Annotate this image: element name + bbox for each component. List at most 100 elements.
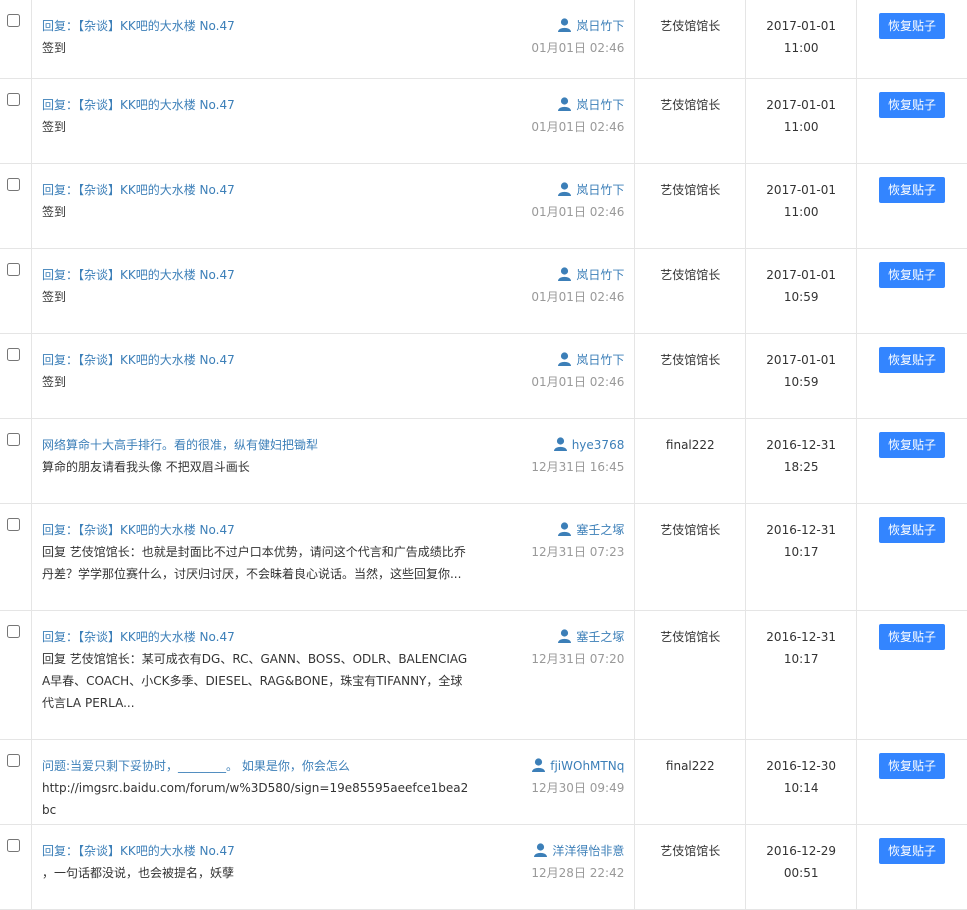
delete-date: 2016-12-30 <box>766 759 837 773</box>
operator-name: 艺伎馆馆长 <box>660 523 721 537</box>
author-link[interactable]: 岚日竹下 <box>531 179 624 201</box>
row-checkbox[interactable] <box>7 348 20 361</box>
action-cell: 恢复贴子 <box>857 334 967 418</box>
author-name[interactable]: 岚日竹下 <box>576 268 624 282</box>
row-checkbox[interactable] <box>7 625 20 638</box>
author-name[interactable]: 塞壬之塚 <box>576 630 624 644</box>
delete-time-cell: 2016-12-30 10:14 <box>746 740 858 824</box>
row-checkbox[interactable] <box>7 14 20 27</box>
author-name[interactable]: fjiWOhMTNq <box>550 759 624 773</box>
post-cell: 问题:当爱只剩下妥协时，________。 如果是你，你会怎么 http://im… <box>32 740 636 824</box>
row-select-cell <box>0 825 32 909</box>
post-author: 岚日竹下 01月01日 02:46 <box>531 264 624 308</box>
delete-clock: 10:17 <box>783 652 819 666</box>
author-link[interactable]: hye3768 <box>531 434 624 456</box>
author-name[interactable]: 岚日竹下 <box>576 353 624 367</box>
post-excerpt: 签到 <box>41 290 66 304</box>
author-name[interactable]: 岚日竹下 <box>576 19 624 33</box>
row-checkbox[interactable] <box>7 518 20 531</box>
post-author: 洋洋得怡非意 12月28日 22:42 <box>531 840 624 884</box>
row-checkbox[interactable] <box>7 754 20 767</box>
table-row: 回复：【杂谈】KK吧的大水楼 No.47 签到 岚日竹下 01月01日 02:46 艺伎… <box>0 164 967 249</box>
author-link[interactable]: 岚日竹下 <box>531 349 624 371</box>
user-icon <box>553 437 572 452</box>
operator-cell: 艺伎馆馆长 <box>635 611 747 739</box>
author-name[interactable]: hye3768 <box>572 438 625 452</box>
post-cell: 回复：【杂谈】KK吧的大水楼 No.47 ，一句话都没说，也会被提名，妖孽 洋洋得怡… <box>32 825 636 909</box>
post-time: 01月01日 02:46 <box>531 375 625 389</box>
operator-name: final222 <box>665 759 715 773</box>
action-cell: 恢复贴子 <box>857 504 967 610</box>
restore-post-button[interactable]: 恢复贴子 <box>879 838 946 864</box>
post-author: 岚日竹下 01月01日 02:46 <box>531 15 624 59</box>
row-checkbox[interactable] <box>7 93 20 106</box>
author-link[interactable]: 洋洋得怡非意 <box>531 840 624 862</box>
operator-cell: final222 <box>635 740 747 824</box>
post-cell: 回复：【杂谈】KK吧的大水楼 No.47 签到 岚日竹下 01月01日 02:46 <box>32 79 636 163</box>
delete-time-cell: 2016-12-31 18:25 <box>746 419 858 503</box>
delete-time-cell: 2017-01-01 10:59 <box>746 249 858 333</box>
operator-cell: 艺伎馆馆长 <box>635 334 747 418</box>
restore-post-button[interactable]: 恢复贴子 <box>879 177 946 203</box>
post-author: 岚日竹下 01月01日 02:46 <box>531 349 624 393</box>
post-cell: 回复：【杂谈】KK吧的大水楼 No.47 签到 岚日竹下 01月01日 02:46 <box>32 334 636 418</box>
user-icon <box>558 522 576 537</box>
delete-date: 2016-12-31 <box>766 438 837 452</box>
post-cell: 回复：【杂谈】KK吧的大水楼 No.47 回复 艺伎馆馆长：也就是封面比不过户口本… <box>32 504 636 610</box>
table-row: 回复：【杂谈】KK吧的大水楼 No.47 签到 岚日竹下 01月01日 02:46 艺伎… <box>0 0 967 79</box>
operator-name: 艺伎馆馆长 <box>660 353 721 367</box>
post-author: 岚日竹下 01月01日 02:46 <box>531 179 624 223</box>
restore-post-button[interactable]: 恢复贴子 <box>879 432 946 458</box>
delete-date: 2017-01-01 <box>766 268 837 282</box>
delete-clock: 10:59 <box>783 375 819 389</box>
restore-post-button[interactable]: 恢复贴子 <box>879 624 946 650</box>
user-icon <box>558 182 576 197</box>
restore-post-button[interactable]: 恢复贴子 <box>879 262 946 288</box>
author-link[interactable]: 岚日竹下 <box>531 264 624 286</box>
post-author: 岚日竹下 01月01日 02:46 <box>531 94 624 138</box>
operator-cell: final222 <box>635 419 747 503</box>
restore-post-button[interactable]: 恢复贴子 <box>879 753 946 779</box>
row-checkbox[interactable] <box>7 433 20 446</box>
author-link[interactable]: 塞壬之塚 <box>531 519 624 541</box>
operator-cell: 艺伎馆馆长 <box>635 825 747 909</box>
delete-clock: 00:51 <box>783 866 819 880</box>
post-author: 塞壬之塚 12月31日 07:23 <box>531 519 624 563</box>
operator-cell: 艺伎馆馆长 <box>635 0 747 78</box>
restore-post-button[interactable]: 恢复贴子 <box>879 347 946 373</box>
user-icon <box>558 97 576 112</box>
post-time: 12月30日 09:49 <box>531 781 625 795</box>
author-name[interactable]: 岚日竹下 <box>576 98 624 112</box>
delete-clock: 18:25 <box>783 460 819 474</box>
restore-post-button[interactable]: 恢复贴子 <box>879 517 946 543</box>
user-icon <box>558 629 576 644</box>
post-excerpt: 签到 <box>41 120 66 134</box>
user-icon <box>558 267 576 282</box>
restore-post-button[interactable]: 恢复贴子 <box>879 92 946 118</box>
delete-time-cell: 2017-01-01 11:00 <box>746 164 858 248</box>
row-checkbox[interactable] <box>7 839 20 852</box>
author-name[interactable]: 岚日竹下 <box>576 183 624 197</box>
action-cell: 恢复贴子 <box>857 0 967 78</box>
author-link[interactable]: 岚日竹下 <box>531 94 624 116</box>
delete-time-cell: 2016-12-31 10:17 <box>746 504 858 610</box>
row-checkbox[interactable] <box>7 263 20 276</box>
restore-post-button[interactable]: 恢复贴子 <box>879 13 946 39</box>
author-name[interactable]: 洋洋得怡非意 <box>552 844 624 858</box>
post-time: 12月31日 07:23 <box>531 545 625 559</box>
author-link[interactable]: fjiWOhMTNq <box>531 755 624 777</box>
author-link[interactable]: 岚日竹下 <box>531 15 624 37</box>
action-cell: 恢复贴子 <box>857 249 967 333</box>
operator-name: 艺伎馆馆长 <box>660 19 721 33</box>
author-link[interactable]: 塞壬之塚 <box>531 626 624 648</box>
post-time: 12月31日 16:45 <box>531 460 625 474</box>
table-row: 回复：【杂谈】KK吧的大水楼 No.47 ，一句话都没说，也会被提名，妖孽 洋洋得怡… <box>0 825 967 910</box>
author-name[interactable]: 塞壬之塚 <box>576 523 624 537</box>
user-icon <box>558 18 576 33</box>
table-row: 回复：【杂谈】KK吧的大水楼 No.47 签到 岚日竹下 01月01日 02:46 艺伎… <box>0 249 967 334</box>
row-select-cell <box>0 419 32 503</box>
row-checkbox[interactable] <box>7 178 20 191</box>
post-excerpt: 算命的朋友请看我头像 不把双眉斗画长 <box>41 460 250 474</box>
row-select-cell <box>0 0 32 78</box>
delete-clock: 10:14 <box>783 781 819 795</box>
